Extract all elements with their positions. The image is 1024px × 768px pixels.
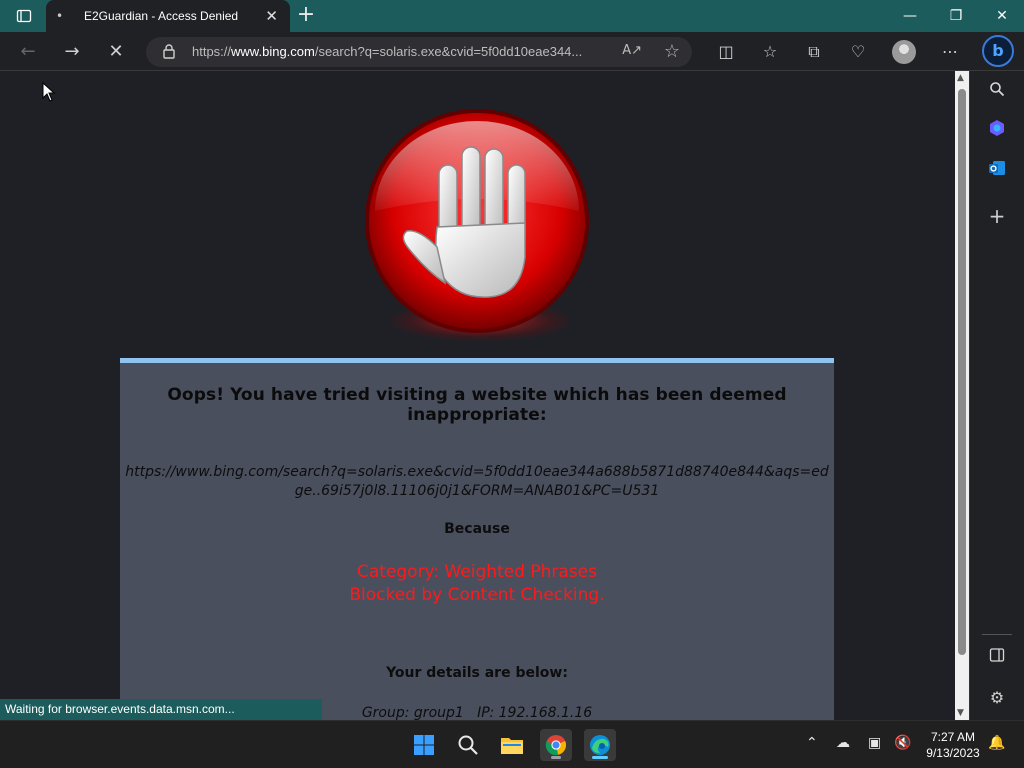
chrome-icon[interactable] [540, 729, 572, 761]
scrollbar-thumb[interactable] [958, 89, 966, 655]
active-indicator [592, 756, 608, 759]
page-content: Oops! You have tried visiting a website … [0, 71, 955, 720]
access-denied-panel: Oops! You have tried visiting a website … [120, 358, 834, 720]
loading-spinner-icon: • [56, 9, 64, 23]
file-explorer-icon[interactable] [496, 729, 528, 761]
more-icon[interactable]: ⋯ [938, 40, 962, 64]
close-tab-icon[interactable]: ✕ [265, 8, 278, 24]
search-icon[interactable] [984, 79, 1010, 105]
url-text[interactable]: https://www.bing.com/search?q=solaris.ex… [192, 44, 622, 59]
url-prefix: https:// [192, 44, 232, 59]
active-tab[interactable]: • E2Guardian - Access Denied ✕ [46, 0, 290, 32]
because-label: Because [444, 521, 510, 537]
stop-loading-icon[interactable]: ✕ [102, 39, 130, 65]
mouse-cursor-icon [42, 82, 56, 102]
search-icon[interactable] [452, 729, 484, 761]
notification-bell-icon[interactable]: 🔔 [988, 735, 1005, 751]
reason-category: Category: Weighted Phrases [356, 562, 598, 582]
close-window-button[interactable]: ✕ [982, 4, 1022, 28]
system-clock[interactable]: 7:27 AM 9/13/2023 [920, 729, 986, 761]
stop-hand-icon [365, 109, 589, 333]
tab-title: E2Guardian - Access Denied [84, 9, 239, 23]
windows-start-icon[interactable] [408, 729, 440, 761]
split-screen-icon[interactable]: ◫ [714, 40, 738, 64]
volume-muted-icon[interactable]: 🔇 [894, 735, 911, 751]
bing-icon[interactable]: b [982, 35, 1014, 67]
scroll-down-icon[interactable]: ▼ [957, 708, 964, 718]
read-aloud-icon[interactable]: A↗ [622, 43, 642, 58]
favorites-icon[interactable]: ☆ [758, 40, 782, 64]
chevron-up-icon[interactable]: ⌃ [806, 735, 818, 751]
edge-icon[interactable] [584, 729, 616, 761]
edge-sidebar: + ⚙ [969, 71, 1024, 720]
details-heading: Your details are below: [386, 665, 568, 681]
clock-date: 9/13/2023 [926, 746, 980, 760]
scroll-up-icon[interactable]: ▲ [957, 73, 964, 83]
minimize-button[interactable]: — [890, 4, 930, 28]
page-title: Oops! You have tried visiting a website … [167, 385, 787, 425]
heartbeat-icon[interactable]: ♡ [846, 40, 870, 64]
sidebar-divider [982, 634, 1012, 635]
network-icon[interactable]: ▣ [868, 735, 881, 751]
gear-icon[interactable]: ⚙ [984, 685, 1010, 711]
collections-icon[interactable]: ⧉ [802, 40, 826, 64]
new-tab-button[interactable]: + [294, 4, 318, 28]
running-indicator [551, 756, 561, 759]
block-reason: Category: Weighted Phrases Blocked by Co… [120, 561, 834, 607]
forward-arrow-icon[interactable]: → [58, 39, 86, 65]
plus-icon[interactable]: + [984, 203, 1010, 229]
address-bar[interactable]: https://www.bing.com/search?q=solaris.ex… [146, 37, 692, 67]
sidebar-panel-icon[interactable] [984, 645, 1010, 671]
tab-bar: • E2Guardian - Access Denied ✕ + — ❐ ✕ [0, 0, 1024, 32]
status-bar: Waiting for browser.events.data.msn.com.… [0, 699, 322, 720]
reason-detail: Blocked by Content Checking. [349, 585, 605, 605]
navigation-bar: ← → ✕ https://www.bing.com/search?q=sola… [0, 32, 1024, 71]
star-icon[interactable]: ☆ [664, 41, 680, 62]
blocked-url: https://www.bing.com/search?q=solaris.ex… [125, 464, 829, 499]
outlook-icon[interactable] [984, 159, 1010, 185]
avatar-icon[interactable] [892, 40, 916, 64]
back-arrow-icon[interactable]: ← [14, 39, 42, 65]
clock-time: 7:27 AM [930, 730, 976, 744]
copilot-icon[interactable] [984, 119, 1010, 145]
vertical-scrollbar[interactable]: ▲ ▼ [955, 71, 969, 720]
onedrive-icon[interactable]: ☁ [836, 735, 850, 751]
lock-icon[interactable] [162, 43, 178, 61]
restore-button[interactable]: ❐ [936, 4, 976, 28]
tab-actions-icon[interactable] [10, 6, 38, 26]
url-path: /search?q=solaris.exe&cvid=5f0dd10eae344… [314, 44, 583, 59]
url-host: www.bing.com [231, 44, 315, 59]
taskbar: ⌃ ☁ ▣ 🔇 7:27 AM 9/13/2023 🔔 [0, 720, 1024, 768]
